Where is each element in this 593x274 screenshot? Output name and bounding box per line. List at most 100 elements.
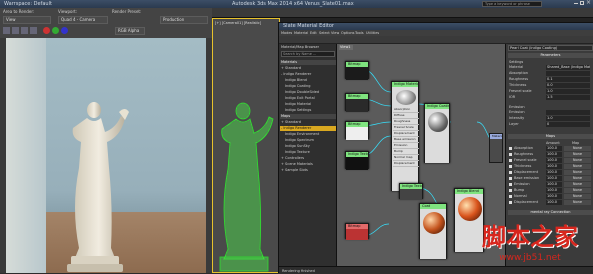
coat-node-2[interactable]: Coat (419, 203, 447, 259)
map-amount[interactable]: 100.0 (546, 188, 562, 193)
blue-channel-icon[interactable] (61, 27, 68, 34)
indigo-material-node[interactable]: Indigo Material Absorption Diffuse Roughne… (391, 81, 419, 191)
status-text: Rendering finished (282, 269, 315, 273)
map-slot-button[interactable]: None (564, 152, 591, 157)
sme-title: Slate Material Editor (283, 23, 334, 29)
param-value[interactable]: 0.0 (546, 83, 590, 88)
param-label: Roughness (509, 77, 529, 81)
browser-item[interactable]: + Sample Slots (280, 168, 336, 173)
green-channel-icon[interactable] (52, 27, 59, 34)
bitmap-node-4[interactable]: Bitmap (345, 223, 369, 240)
param-value[interactable]: 1.0 (546, 89, 590, 94)
viewport-dropdown[interactable]: Quad 4 - Camera (58, 16, 108, 24)
map-checkbox[interactable] (509, 171, 512, 174)
map-label: Absorption (514, 146, 533, 150)
map-slot-button[interactable]: None (564, 164, 591, 169)
map-slot-button[interactable]: None (564, 194, 591, 199)
bitmap-node-3[interactable]: Bitmap (345, 121, 369, 140)
browser-item[interactable]: Indigo Texture (280, 150, 336, 155)
minimize-icon[interactable] (574, 3, 578, 4)
print-icon[interactable] (30, 27, 37, 34)
maps-rollout[interactable]: Maps (508, 134, 593, 139)
browser-item[interactable]: + Controllers (280, 156, 336, 161)
bitmap-node-2[interactable]: Bitmap (345, 93, 369, 112)
param-value[interactable]: 1.5 (546, 95, 590, 100)
area-to-render-dropdown[interactable]: View (3, 16, 51, 24)
browser-item[interactable]: Indigo Blend (280, 78, 336, 83)
render-preset-dropdown[interactable]: Production (160, 16, 208, 24)
map-slot-button[interactable]: None (564, 158, 591, 163)
coat-node[interactable]: Indigo Coating (424, 103, 450, 163)
mental-ray-rollout[interactable]: mental ray Connection (508, 210, 593, 215)
map-amount[interactable]: 100.0 (546, 146, 562, 151)
material-name-field[interactable]: Pearl Coat (Indigo Coating) (508, 45, 593, 51)
browser-item[interactable]: - Indigo Renderer (280, 126, 336, 131)
browser-item[interactable]: + Standard (280, 120, 336, 125)
param-value[interactable]: 0.1 (546, 77, 590, 82)
map-amount[interactable]: 100.0 (546, 170, 562, 175)
copy-icon[interactable] (12, 27, 19, 34)
output-node[interactable]: Material (489, 133, 503, 163)
browser-item[interactable]: Indigo Coating (280, 84, 336, 89)
channel-dropdown[interactable]: RGB Alpha (115, 27, 145, 35)
browser-item[interactable]: Indigo DoubleSided (280, 90, 336, 95)
red-channel-icon[interactable] (43, 27, 50, 34)
render-toolbar: Area to Render: View Viewport: Quad 4 - … (0, 8, 212, 38)
browser-item[interactable]: Materials (280, 60, 336, 65)
map-checkbox[interactable] (509, 189, 512, 192)
browser-item[interactable]: Indigo Spectrum (280, 138, 336, 143)
map-amount[interactable]: 100.0 (546, 152, 562, 157)
param-value[interactable]: 0 (546, 122, 590, 127)
indigo-texture-node-1[interactable]: Indigo Texture (345, 151, 369, 170)
map-slot-button[interactable]: None (564, 182, 591, 187)
save-icon[interactable] (3, 27, 10, 34)
map-slot-button[interactable]: None (564, 188, 591, 193)
browser-item[interactable]: Indigo Exit Portal (280, 96, 336, 101)
map-checkbox[interactable] (509, 147, 512, 150)
browser-item[interactable]: - Indigo Renderer (280, 72, 336, 77)
param-value[interactable] (546, 110, 590, 115)
browser-item[interactable]: + Scene Materials (280, 162, 336, 167)
map-checkbox[interactable] (509, 201, 512, 204)
search-box[interactable]: Type a keyword or phrase (482, 1, 542, 7)
maximize-icon[interactable] (580, 1, 584, 5)
map-checkbox[interactable] (509, 177, 512, 180)
map-row: Displacement 100.0 None (508, 200, 593, 205)
map-slot-button[interactable]: None (564, 200, 591, 205)
browser-item[interactable]: Maps (280, 114, 336, 119)
map-amount[interactable]: 100.0 (546, 164, 562, 169)
map-slot-button[interactable]: None (564, 176, 591, 181)
param-value[interactable]: Shared_Base (Indigo Material) (546, 65, 590, 70)
browser-title: Material/Map Browser (281, 45, 320, 49)
param-value[interactable] (546, 71, 590, 76)
map-checkbox[interactable] (509, 153, 512, 156)
parameters-rollout[interactable]: Parameters (508, 53, 593, 58)
map-amount[interactable]: 100.0 (546, 158, 562, 163)
map-slot-button[interactable]: None (564, 170, 591, 175)
map-row: Roughness 100.0 None (508, 152, 593, 157)
map-amount[interactable]: 100.0 (546, 182, 562, 187)
map-amount[interactable]: 100.0 (546, 200, 562, 205)
browser-item[interactable]: Indigo Settings (280, 108, 336, 113)
map-amount[interactable]: 100.0 (546, 176, 562, 181)
map-checkbox[interactable] (509, 183, 512, 186)
material-slot[interactable]: Displacement (393, 161, 419, 167)
browser-item[interactable]: Indigo Environment (280, 132, 336, 137)
browser-item[interactable]: Indigo Material (280, 102, 336, 107)
browser-item[interactable]: + Standard (280, 66, 336, 71)
map-amount[interactable]: 100.0 (546, 194, 562, 199)
clone-icon[interactable] (21, 27, 28, 34)
param-rows: Material Shared_Base (Indigo Material) Abs… (508, 65, 593, 101)
browser-search[interactable]: Search by Name ... (281, 51, 335, 57)
indigo-texture-node-2[interactable]: Indigo Texture (399, 183, 423, 200)
map-checkbox[interactable] (509, 165, 512, 168)
map-checkbox[interactable] (509, 159, 512, 162)
map-slot-button[interactable]: None (564, 146, 591, 151)
viewport-label[interactable]: [+] [Camera01] [Realistic] (215, 20, 261, 26)
map-checkbox[interactable] (509, 195, 512, 198)
param-row: Thickness 0.0 (508, 83, 593, 88)
close-icon[interactable]: × (586, 0, 591, 6)
browser-item[interactable]: Indigo SunSky (280, 144, 336, 149)
bitmap-node-1[interactable]: Bitmap (345, 61, 369, 80)
param-value[interactable]: 1.0 (546, 116, 590, 121)
